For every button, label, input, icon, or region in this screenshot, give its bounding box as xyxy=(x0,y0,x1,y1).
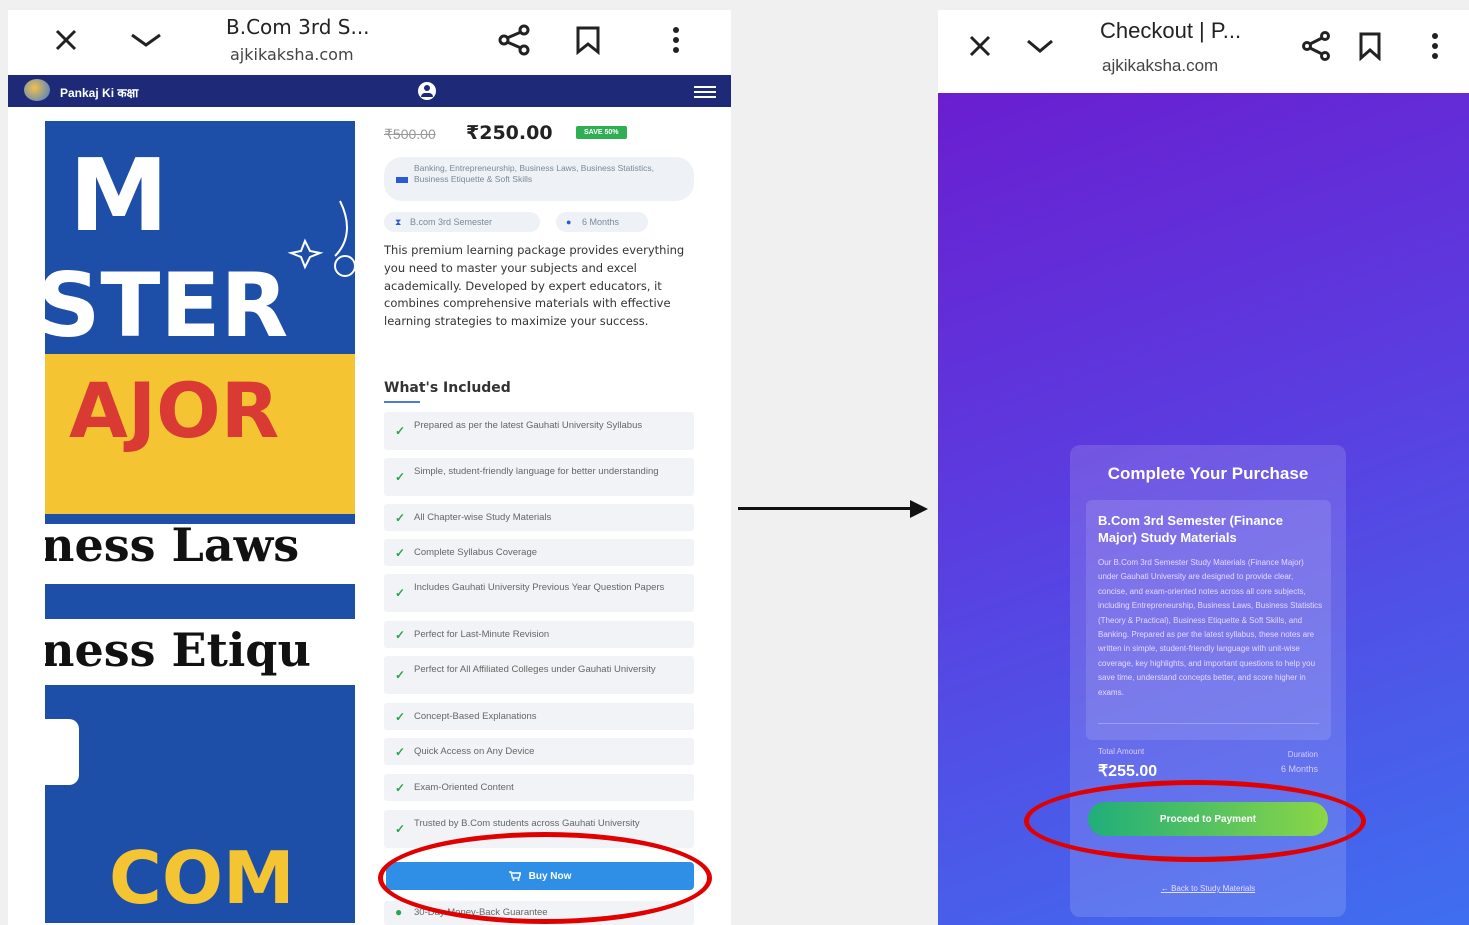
feature-item: ✓ Quick Access on Any Device xyxy=(384,738,694,765)
book-icon xyxy=(396,177,408,183)
check-icon: ✓ xyxy=(395,628,406,642)
site-brand[interactable]: Pankaj Ki कक्षा xyxy=(60,84,138,101)
highlight-oval-pay xyxy=(1024,780,1366,862)
check-icon: ✓ xyxy=(395,424,406,438)
divider xyxy=(1098,723,1319,724)
hero-text-6: COM xyxy=(109,836,295,920)
tab-title: B.Com 3rd S... xyxy=(226,15,370,39)
card-title: Complete Your Purchase xyxy=(1107,464,1309,483)
feature-item: ✓ Simple, student-friendly language for b… xyxy=(384,458,694,496)
arrow-line xyxy=(738,507,918,510)
hero-text-1: M xyxy=(69,137,169,254)
hero-text-4: ness Laws xyxy=(45,518,300,572)
shield-icon: ● xyxy=(395,905,403,919)
feature-item: ✓ Includes Gauhati University Previous Ye… xyxy=(384,574,694,612)
hero-text-2: STER xyxy=(45,254,289,357)
chevron-down-icon[interactable] xyxy=(126,20,166,60)
site-logo[interactable] xyxy=(24,79,50,101)
menu-icon[interactable] xyxy=(694,86,716,98)
feature-item: ✓ Perfect for All Affiliated Colleges und… xyxy=(384,656,694,694)
product-image: M STER AJOR ness Laws ness Etiqu COM xyxy=(45,121,355,923)
browser-toolbar: Checkout | P... ajkikaksha.com xyxy=(938,10,1469,93)
hero-text-5: ness Etiqu xyxy=(45,623,311,677)
check-icon: ✓ xyxy=(395,781,406,795)
check-icon: ✓ xyxy=(395,710,406,724)
close-icon[interactable] xyxy=(960,26,1000,66)
bookmark-icon[interactable] xyxy=(568,20,608,60)
total-amount-value: ₹255.00 xyxy=(1098,763,1158,780)
feature-item: ✓ All Chapter-wise Study Materials xyxy=(384,504,694,531)
feature-item: ✓ Prepared as per the latest Gauhati Univ… xyxy=(384,412,694,450)
semester-pill: ⧗ B.com 3rd Semester xyxy=(384,212,540,232)
subjects-text: Banking, Entrepreneurship, Business Laws… xyxy=(414,163,655,184)
share-icon[interactable] xyxy=(1296,26,1336,66)
check-icon: ✓ xyxy=(395,586,406,600)
description: This premium learning package provides e… xyxy=(384,243,685,329)
check-icon: ✓ xyxy=(395,470,406,484)
feature-item: ✓ Concept-Based Explanations xyxy=(384,703,694,730)
duration-value: 6 Months xyxy=(1280,764,1318,774)
close-icon[interactable] xyxy=(46,20,86,60)
left-screenshot: B.Com 3rd S... ajkikaksha.com Pankaj Ki … xyxy=(8,10,731,925)
hero-shape xyxy=(45,719,79,785)
duration-text: 6 Months xyxy=(582,217,620,227)
browser-toolbar: B.Com 3rd S... ajkikaksha.com xyxy=(8,10,731,75)
decoration-icon xyxy=(287,200,355,277)
total-amount-label: Total Amount xyxy=(1098,747,1145,756)
share-icon[interactable] xyxy=(494,20,534,60)
chevron-down-icon[interactable] xyxy=(1020,26,1060,66)
highlight-oval-buy xyxy=(378,832,712,924)
product-title: B.Com 3rd Semester (Finance Major) Study… xyxy=(1098,513,1283,545)
product-description: Our B.Com 3rd Semester Study Materials (… xyxy=(1098,558,1323,697)
duration-label: Duration xyxy=(1287,750,1318,759)
subjects-box: Banking, Entrepreneurship, Business Laws… xyxy=(384,157,694,201)
hero-text-3: AJOR xyxy=(69,366,280,455)
feature-item: ✓ Complete Syllabus Coverage xyxy=(384,539,694,566)
feature-item: ✓ Exam-Oriented Content xyxy=(384,774,694,801)
check-icon: ✓ xyxy=(395,668,406,682)
feature-item: ✓ Perfect for Last-Minute Revision xyxy=(384,621,694,648)
more-options-icon[interactable] xyxy=(1415,26,1455,66)
page-url: ajkikaksha.com xyxy=(1102,56,1219,75)
user-icon[interactable] xyxy=(418,82,436,100)
heading-underline xyxy=(384,401,420,403)
duration-pill: ● 6 Months xyxy=(556,212,648,232)
arrow-head xyxy=(910,500,928,518)
bookmark-icon[interactable] xyxy=(1350,26,1390,66)
page-url: ajkikaksha.com xyxy=(230,45,354,64)
new-price: ₹250.00 xyxy=(466,122,553,144)
old-price: ₹500.00 xyxy=(384,126,436,142)
included-heading: What's Included xyxy=(384,380,511,396)
clock-icon: ● xyxy=(566,217,572,227)
check-icon: ✓ xyxy=(395,745,406,759)
check-icon: ✓ xyxy=(395,511,406,525)
semester-text: B.com 3rd Semester xyxy=(410,217,493,227)
graduation-icon: ⧗ xyxy=(395,217,402,227)
check-icon: ✓ xyxy=(395,546,406,560)
tab-title: Checkout | P... xyxy=(1100,18,1242,43)
site-navbar: Pankaj Ki कक्षा xyxy=(8,75,731,107)
product-summary: B.Com 3rd Semester (Finance Major) Study… xyxy=(1086,500,1331,740)
more-options-icon[interactable] xyxy=(656,20,696,60)
check-icon: ✓ xyxy=(395,822,406,836)
back-link[interactable]: ← Back to Study Materials xyxy=(1070,884,1346,893)
save-badge: SAVE 50% xyxy=(576,126,627,139)
